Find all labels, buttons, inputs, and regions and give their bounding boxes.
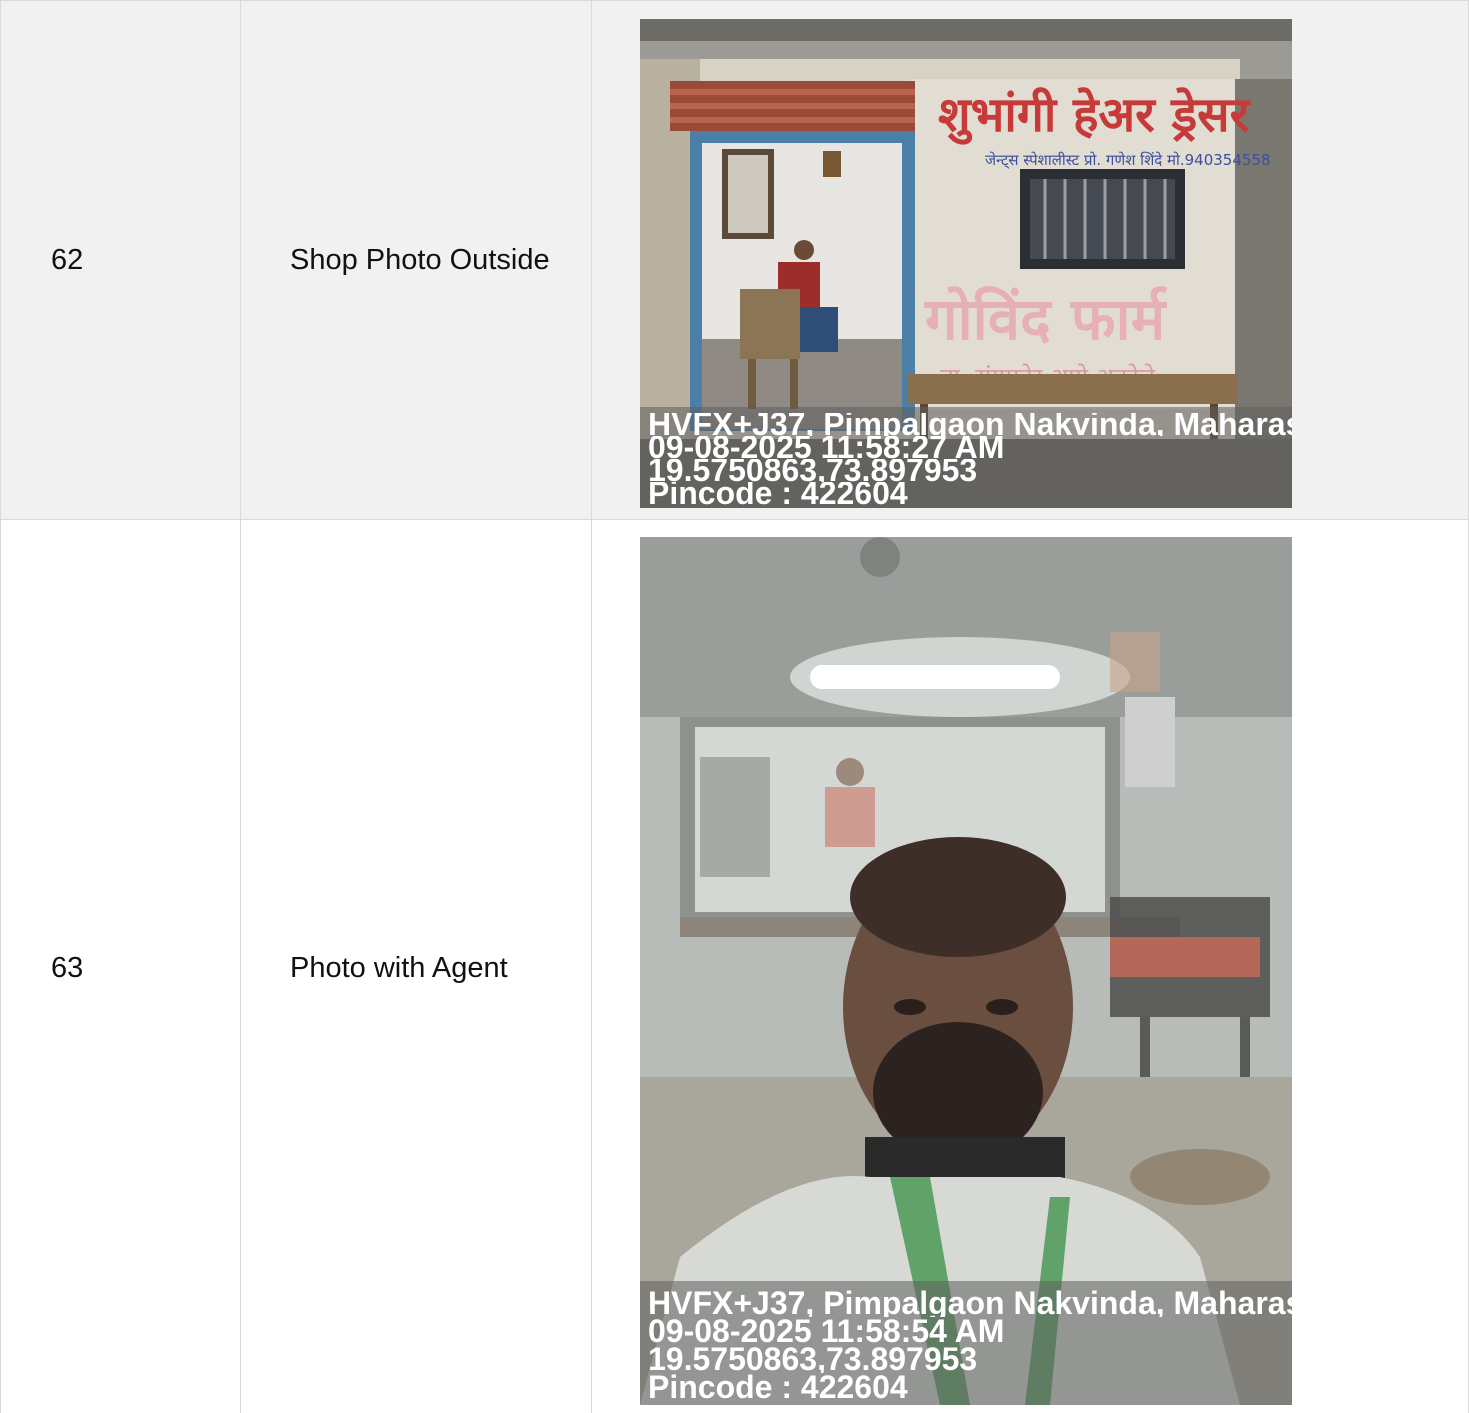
shop-front-photo: शुभांगी हेअर ड्रेसर जेन्ट्स स्पेशालीस्ट … [640,19,1292,508]
stamp-coordinates: 19.5750863,73.897953 [648,459,978,482]
photo-cell: HVFX+J37, Pimpalgaon Nakvinda, Maharash … [591,519,1469,1413]
photo-cell: शुभांगी हेअर ड्रेसर जेन्ट्स स्पेशालीस्ट … [591,0,1469,520]
stamp-pincode: Pincode : 422604 [648,482,908,505]
table-row: 62 Shop Photo Outside शुभांगी हेअर ड्रेस… [0,0,1469,520]
photo-label-cell: Shop Photo Outside [240,0,592,520]
shop-sign-subtext: जेन्ट्स स्पेशालीस्ट प्रो. गणेश शिंदे मो.… [985,151,1271,169]
stamp-pincode: Pincode : 422604 [648,1373,908,1401]
stamp-datetime: 09-08-2025 11:58:54 AM [648,1317,1005,1345]
table-row: 63 Photo with Agent HVFX+J37, Pimpalgaon… [0,519,1469,1413]
geo-stamp-overlay: HVFX+J37, Pimpalgaon Nakvinda, Maharash … [640,1281,1292,1405]
agent-selfie-photo: HVFX+J37, Pimpalgaon Nakvinda, Maharash … [640,537,1292,1405]
wall-painted-text: गोविंद फार्म [924,285,1168,353]
stamp-address: HVFX+J37, Pimpalgaon Nakvinda, Maharash [648,1289,1292,1317]
geo-stamp-overlay: HVFX+J37, Pimpalgaon Nakvinda, Maharash … [640,407,1292,508]
photo-label-cell: Photo with Agent [240,519,592,1413]
serial-number-cell: 63 [0,519,241,1413]
serial-number-cell: 62 [0,0,241,520]
agent-selfie-illustration [640,537,1292,1405]
stamp-datetime: 09-08-2025 11:58:27 AM [648,436,1005,459]
stamp-address: HVFX+J37, Pimpalgaon Nakvinda, Maharash [648,413,1292,436]
shop-sign-text: शुभांगी हेअर ड्रेसर [938,87,1252,145]
photo-table: 62 Shop Photo Outside शुभांगी हेअर ड्रेस… [0,0,1469,1413]
stamp-coordinates: 19.5750863,73.897953 [648,1345,978,1373]
